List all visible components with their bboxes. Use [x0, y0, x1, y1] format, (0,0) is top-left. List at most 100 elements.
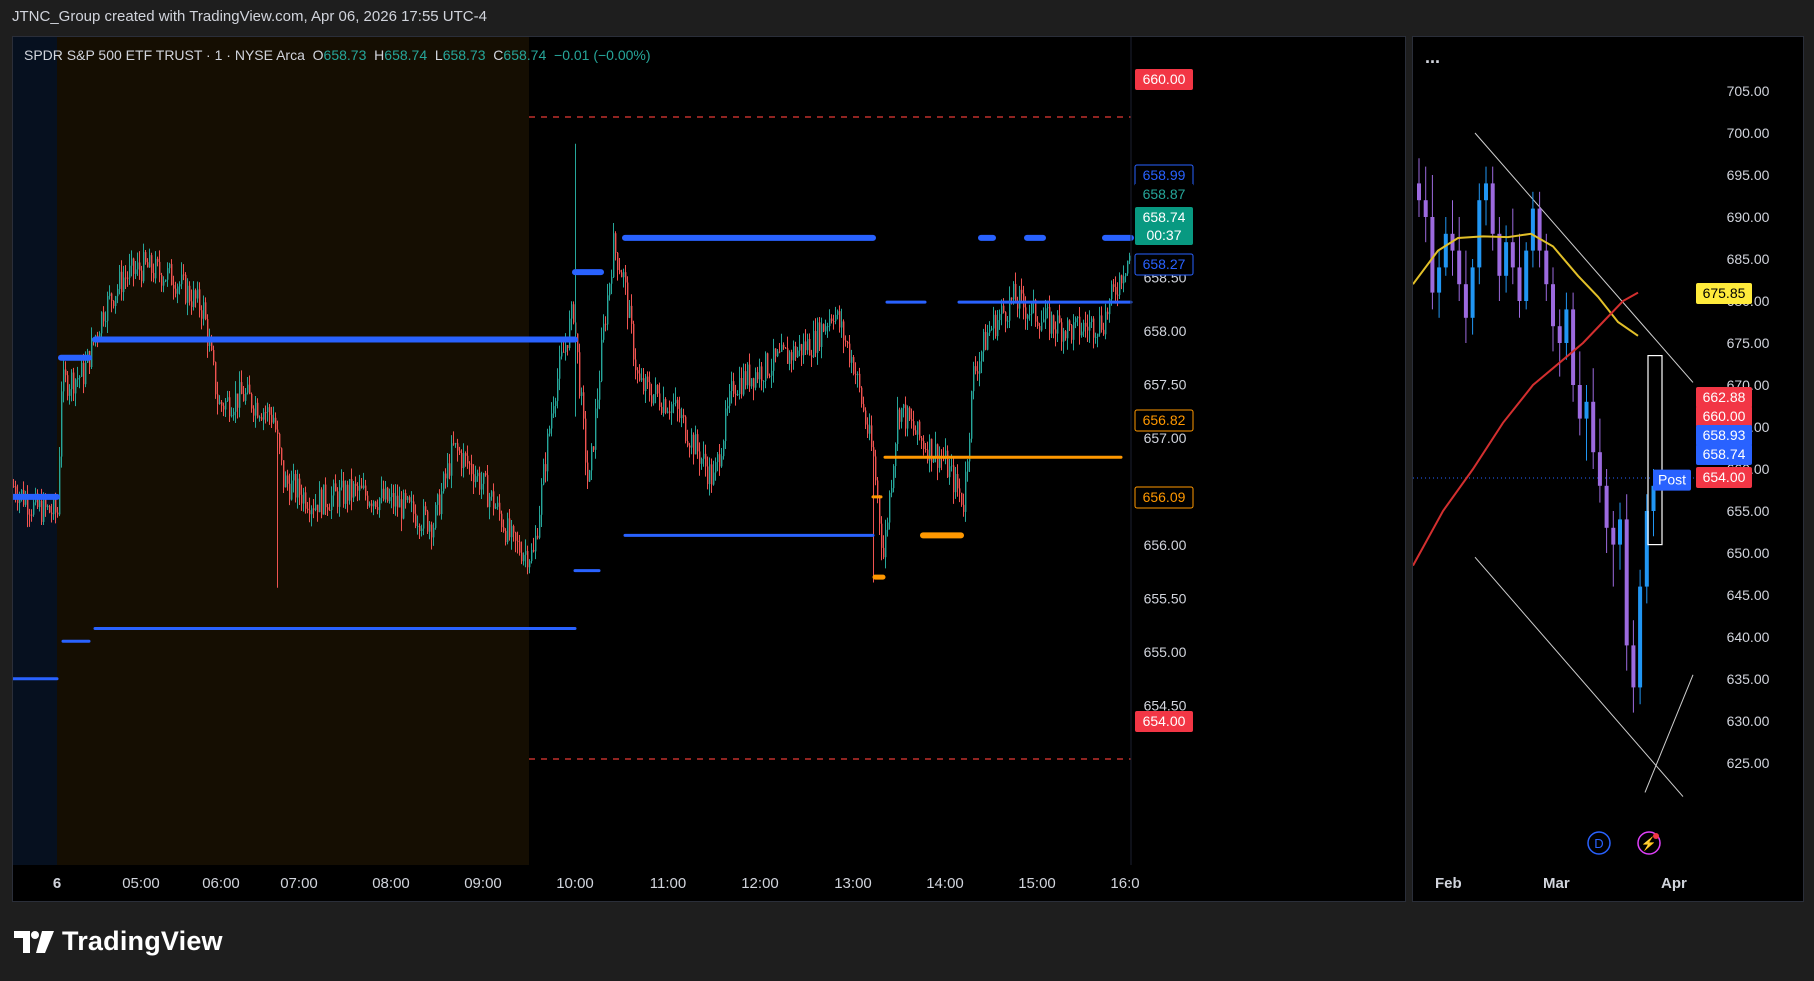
candle-body [115, 296, 117, 307]
candle-body [743, 371, 745, 395]
daily-candle-body [1611, 527, 1616, 545]
candle-body [781, 344, 783, 352]
x-axis-tick-label: 11:00 [650, 875, 686, 892]
candle-body [607, 295, 609, 325]
candle-body [415, 513, 417, 527]
low-value: 658.73 [442, 47, 486, 63]
candle-body [177, 286, 179, 294]
candle-body [521, 552, 523, 562]
candle-body [763, 380, 765, 382]
candle-body [1069, 320, 1071, 326]
candle-body [333, 483, 335, 496]
candle-body [741, 377, 743, 395]
candle-body [961, 492, 963, 505]
candle-body [679, 408, 681, 419]
daily-candle-body [1564, 309, 1569, 343]
candle-body [1011, 297, 1013, 300]
candle-body [715, 462, 717, 473]
daily-chart-svg[interactable]: 705.00700.00695.00690.00685.00680.00675.… [1413, 37, 1803, 901]
dividend-event-label: D [1594, 836, 1603, 851]
daily-candle-body [1517, 267, 1522, 301]
candle-body [231, 415, 233, 417]
post-session-label: Post [1658, 472, 1686, 488]
candle-body [331, 495, 333, 511]
candle-body [955, 474, 957, 493]
intraday-chart-svg[interactable]: 6 05:00 06:00 07:00 08:00 09:00 10:00 11:00 12:0… [13, 37, 1405, 901]
candle-body [733, 381, 735, 394]
candle-body [225, 400, 227, 410]
candle-body [439, 494, 441, 515]
candle-body [473, 474, 475, 483]
candle-body [713, 472, 715, 485]
candle-body [997, 320, 999, 337]
candle-body [1115, 286, 1117, 295]
candle-body [475, 476, 477, 483]
tradingview-logo-icon [14, 930, 54, 953]
candle-body [1099, 315, 1101, 334]
candle-body [671, 404, 673, 413]
tradingview-logo[interactable]: TradingView [14, 926, 223, 957]
candle-body [465, 453, 467, 456]
candle-body [901, 408, 903, 422]
candle-body [1123, 276, 1125, 284]
candle-body [185, 274, 187, 303]
candle-body [361, 485, 363, 489]
candle-body [315, 504, 317, 510]
candle-body [999, 314, 1001, 321]
low-label: L [434, 47, 443, 63]
x-axis-tick-label: Mar [1543, 875, 1570, 892]
candle-body [341, 480, 343, 488]
candle-body [355, 483, 357, 486]
candle-body [887, 522, 889, 530]
candle-body [469, 463, 471, 465]
daily-candle-body [1551, 284, 1555, 327]
candle-body [1129, 255, 1131, 261]
candle-body [283, 460, 285, 488]
more-menu-icon[interactable]: ... [1425, 47, 1440, 68]
candle-body [537, 535, 539, 538]
candle-body [567, 345, 569, 349]
candle-body [165, 279, 167, 282]
candle-body [1045, 308, 1047, 320]
y-axis-tick-label: 658.00 [1144, 323, 1187, 339]
daily-candle-body [1463, 284, 1468, 318]
candle-body [1083, 322, 1085, 332]
candle-body [275, 417, 277, 430]
candle-body [959, 488, 961, 493]
candle-body [739, 377, 741, 395]
candle-body [241, 382, 243, 394]
candle-body [33, 502, 35, 515]
candle-body [235, 393, 237, 412]
y-axis-tick-label: 695.00 [1727, 167, 1770, 183]
candle-body [723, 441, 725, 457]
candle-body [159, 261, 161, 275]
candle-body [689, 445, 691, 448]
symbol-title[interactable]: SPDR S&P 500 ETF TRUST · 1 · NYSE Arca [24, 47, 305, 63]
candle-body [129, 265, 131, 278]
candle-body [65, 369, 67, 376]
intraday-chart-panel[interactable]: 6 05:00 06:00 07:00 08:00 09:00 10:00 11:00 12:0… [12, 36, 1406, 902]
candle-body [497, 502, 499, 507]
candle-body [951, 465, 953, 467]
x-axis-tick-label: 08:00 [372, 875, 410, 892]
candle-body [977, 371, 979, 374]
y-axis-tick-label: 700.00 [1727, 125, 1770, 141]
y-axis-tick-label: 625.00 [1727, 755, 1770, 771]
candle-body [55, 498, 57, 513]
candle-body [335, 483, 337, 492]
daily-chart-panel[interactable]: 705.00700.00695.00690.00685.00680.00675.… [1412, 36, 1804, 902]
candle-body [979, 361, 981, 374]
daily-candle-body [1524, 250, 1529, 301]
x-axis-tick-label: 09:00 [464, 875, 502, 892]
daily-candle-body [1437, 267, 1442, 293]
candle-body [1085, 322, 1087, 327]
candle-body [1077, 316, 1079, 319]
daily-candle-body [1544, 250, 1549, 285]
candle-body [455, 443, 457, 445]
candle-body [529, 561, 531, 568]
candle-body [565, 345, 567, 353]
candle-body [319, 489, 321, 513]
candle-body [457, 443, 459, 451]
candle-body [51, 512, 53, 515]
candle-body [429, 524, 431, 532]
